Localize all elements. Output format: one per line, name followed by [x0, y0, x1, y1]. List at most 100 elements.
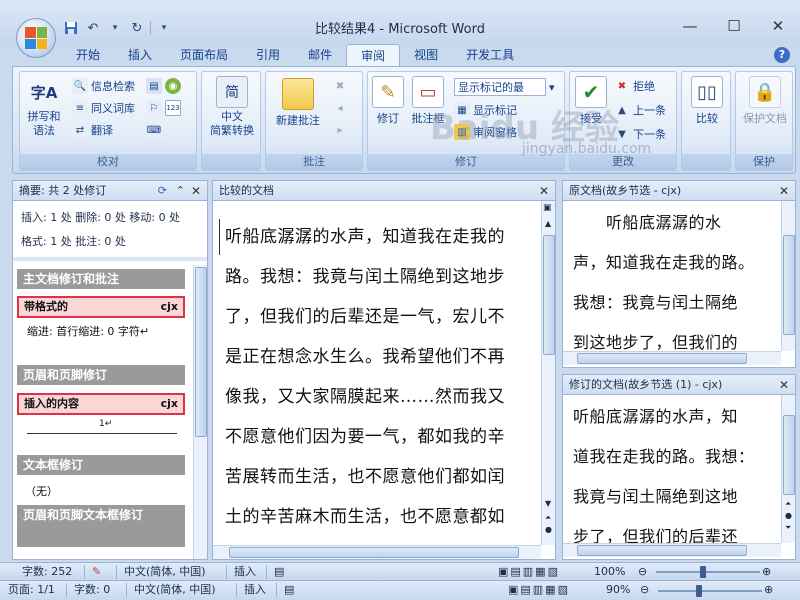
original-document-hscroll[interactable]: [563, 351, 781, 365]
compared-document-scrollbar[interactable]: ▣ ▲ ▼ ⏶ ●: [541, 201, 555, 545]
translate-button[interactable]: ⇄ 翻译: [72, 122, 113, 138]
simplified-traditional-button[interactable]: 简 中文 简繁转换: [204, 76, 260, 138]
original-document-body[interactable]: 听船底潺潺的水 声，知道我在走我的路。 我想：我竟与闰土隔绝 到这地步了，但我们…: [569, 203, 773, 351]
compared-document-hscroll[interactable]: [213, 545, 541, 559]
tab-home[interactable]: 开始: [62, 44, 114, 66]
collapse-icon[interactable]: ⌃: [176, 181, 185, 201]
group-compare-label: [682, 154, 730, 170]
macro-recording-icon[interactable]: ▤: [274, 563, 284, 581]
display-for-review-value: 显示标记的最: [454, 78, 546, 96]
scrollbar-thumb[interactable]: [195, 267, 207, 437]
hscroll-thumb[interactable]: [229, 547, 519, 558]
revised-document-scrollbar[interactable]: ⏶ ● ⏷: [781, 395, 795, 543]
compare-icon: ▯▯: [691, 76, 723, 108]
tab-developer[interactable]: 开发工具: [452, 44, 528, 66]
reject-button[interactable]: ✖ 拒绝: [614, 78, 655, 94]
word-count[interactable]: 字数: 252: [22, 563, 72, 581]
proofing-status-icon[interactable]: ✎: [92, 563, 101, 581]
view-buttons[interactable]: ▣▤▥▦▧: [508, 581, 570, 599]
zoom-out-icon[interactable]: ⊖: [640, 581, 649, 599]
word-count[interactable]: 字数: 0: [74, 581, 110, 599]
revised-document-close-icon[interactable]: ✕: [779, 375, 789, 395]
previous-page-icon[interactable]: ⏶: [785, 499, 791, 509]
insert-mode[interactable]: 插入: [234, 563, 256, 581]
tab-mailings[interactable]: 邮件: [294, 44, 346, 66]
revision-item-insertion[interactable]: 插入的内容 cjx: [17, 393, 185, 415]
spelling-grammar-button[interactable]: 字A 拼写和 语法: [24, 76, 64, 138]
translation-tooltip-button[interactable]: ⚐ 123: [146, 100, 181, 116]
tab-page-layout[interactable]: 页面布局: [166, 44, 242, 66]
revision-detail: 1↵: [99, 419, 113, 429]
translate-icon: ⇄: [72, 122, 88, 138]
revision-item-formatting[interactable]: 带格式的 cjx: [17, 296, 185, 318]
help-icon[interactable]: ?: [774, 47, 790, 63]
tab-insert[interactable]: 插入: [114, 44, 166, 66]
previous-comment-button[interactable]: ◂: [332, 100, 348, 116]
zoom-in-icon[interactable]: ⊕: [764, 581, 773, 599]
previous-page-icon[interactable]: ⏶: [545, 513, 551, 523]
reviewing-pane-scrollbar[interactable]: [193, 265, 207, 559]
scrollbar-thumb[interactable]: [543, 235, 555, 355]
browse-object-icon[interactable]: ●: [785, 511, 792, 520]
maximize-button[interactable]: ☐: [712, 12, 756, 40]
close-button[interactable]: ✕: [756, 12, 800, 40]
text-line: 土的辛苦麻木而生活，也不愿意都如: [225, 507, 505, 527]
display-for-review-combo[interactable]: 显示标记的最 ▾: [454, 78, 555, 96]
next-change-button[interactable]: ▼ 下一条: [614, 126, 666, 142]
revised-document-hscroll[interactable]: [563, 543, 781, 557]
set-language-button[interactable]: ⌨: [146, 122, 162, 138]
track-changes-button[interactable]: ✎ 修订: [370, 76, 406, 126]
zoom-level[interactable]: 90%: [606, 581, 630, 599]
new-comment-button[interactable]: 新建批注: [268, 78, 328, 128]
original-document-scrollbar[interactable]: [781, 201, 795, 351]
compared-document-close-icon[interactable]: ✕: [539, 181, 549, 201]
refresh-icon[interactable]: ⟳: [158, 181, 167, 201]
office-button[interactable]: [16, 18, 56, 58]
original-document-close-icon[interactable]: ✕: [779, 181, 789, 201]
revision-type: 带格式的: [24, 300, 68, 313]
view-buttons[interactable]: ▣▤▥▦▧: [498, 563, 560, 581]
zoom-slider-track[interactable]: [656, 571, 760, 573]
text-line: 苦展转而生活，也不愿意他们都如闰: [225, 467, 505, 487]
zoom-out-icon[interactable]: ⊖: [638, 563, 647, 581]
chinese-convert-label: 中文 简繁转换: [210, 110, 254, 137]
previous-change-button[interactable]: ▲ 上一条: [614, 102, 666, 118]
scroll-down-icon[interactable]: ▼: [545, 499, 551, 508]
protect-document-label: 保护文档: [743, 112, 787, 125]
hscroll-thumb[interactable]: [577, 353, 747, 364]
compare-button[interactable]: ▯▯ 比较: [686, 76, 728, 126]
thesaurus-button[interactable]: ≡ 同义词库: [72, 100, 135, 116]
zoom-slider-thumb[interactable]: [700, 566, 706, 578]
hscroll-thumb[interactable]: [577, 545, 747, 556]
next-page-icon[interactable]: ⏷: [785, 523, 791, 533]
minimize-button[interactable]: —: [668, 12, 712, 40]
next-comment-button[interactable]: ▸: [332, 122, 348, 138]
tab-references[interactable]: 引用: [242, 44, 294, 66]
zoom-level[interactable]: 100%: [594, 563, 625, 581]
research-button[interactable]: 🔍 信息检索: [72, 78, 135, 94]
ribbon-tabs: 开始 插入 页面布局 引用 邮件 审阅 视图 开发工具: [62, 44, 528, 66]
language-button[interactable]: ▤ ◉: [146, 78, 181, 94]
group-proofing: 字A 拼写和 语法 🔍 信息检索 ≡ 同义词库 ⇄ 翻译 ▤ ◉ ⚐ 123 ⌨…: [19, 71, 197, 171]
language-status[interactable]: 中文(简体, 中国): [124, 563, 206, 581]
insert-mode[interactable]: 插入: [244, 581, 266, 599]
text-cursor: [219, 219, 220, 255]
zoom-slider-track[interactable]: [658, 590, 762, 592]
scrollbar-thumb[interactable]: [783, 235, 795, 335]
language-status[interactable]: 中文(简体, 中国): [134, 581, 216, 599]
reviewing-pane-close-icon[interactable]: ✕: [191, 181, 201, 201]
revised-document-body[interactable]: 听船底潺潺的水声，知 道我在走我的路。我想： 我竟与闰土隔绝到这地 步了，但我们…: [569, 397, 773, 543]
tab-view[interactable]: 视图: [400, 44, 452, 66]
scrollbar-thumb[interactable]: [783, 415, 795, 495]
delete-comment-button[interactable]: ✖: [332, 78, 348, 94]
browse-object-icon[interactable]: ●: [545, 525, 552, 534]
compared-document-body[interactable]: 听船底潺潺的水声，知道我在走我的 路。我想：我竟与闰土隔绝到这地步 了，但我们的…: [219, 205, 535, 545]
zoom-slider-thumb[interactable]: [696, 585, 702, 597]
zoom-in-icon[interactable]: ⊕: [762, 563, 771, 581]
page-number[interactable]: 页面: 1/1: [8, 581, 55, 599]
protect-document-button[interactable]: 🔒 保护文档: [738, 76, 792, 126]
scroll-up-icon[interactable]: ▲: [545, 219, 551, 228]
ruler-toggle-icon[interactable]: ▣: [543, 203, 552, 213]
tab-review[interactable]: 审阅: [346, 44, 401, 66]
macro-recording-icon[interactable]: ▤: [284, 581, 294, 599]
